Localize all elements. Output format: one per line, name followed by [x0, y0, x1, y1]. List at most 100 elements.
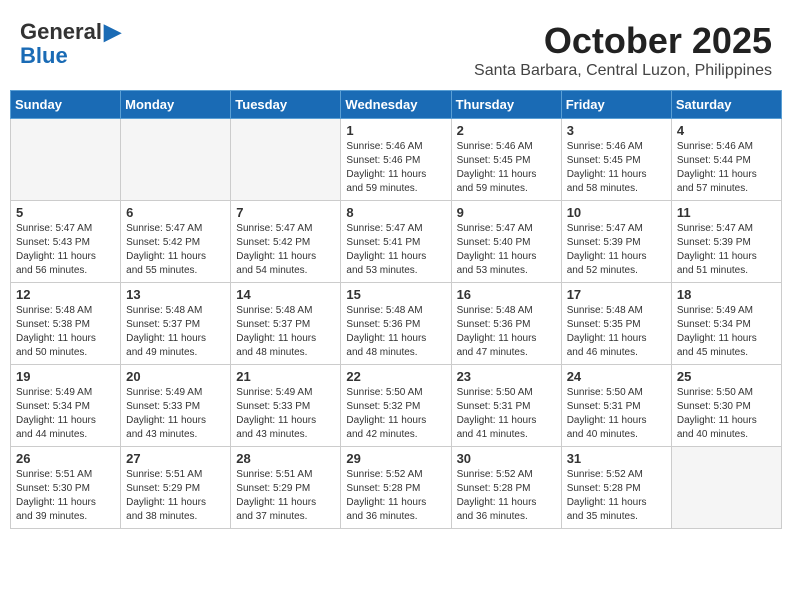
day-info: Sunrise: 5:52 AMSunset: 5:28 PMDaylight:… — [567, 468, 666, 524]
calendar-cell: 6Sunrise: 5:47 AMSunset: 5:42 PMDaylight… — [121, 201, 231, 283]
day-number: 31 — [567, 451, 666, 466]
calendar-cell: 31 Sunrise: 5:52 AMSunset: 5:28 PMDayligh… — [561, 447, 671, 529]
day-number: 18 — [677, 287, 776, 302]
day-info: Sunrise: 5:47 AMSunset: 5:42 PMDaylight:… — [126, 222, 225, 278]
title-section: October 2025 Santa Barbara, Central Luzo… — [474, 20, 772, 80]
calendar-cell: 4Sunrise: 5:46 AMSunset: 5:44 PMDaylight… — [671, 119, 781, 201]
day-info: Sunrise: 5:49 AMSunset: 5:34 PMDaylight:… — [677, 304, 776, 360]
page-header: General ▶ Blue October 2025 Santa Barbar… — [10, 10, 782, 85]
calendar-cell: 26 Sunrise: 5:51 AMSunset: 5:30 PMDayligh… — [11, 447, 121, 529]
day-info: Sunrise: 5:47 AMSunset: 5:41 PMDaylight:… — [346, 222, 445, 278]
day-info: Sunrise: 5:51 AMSunset: 5:30 PMDaylight:… — [16, 468, 115, 524]
day-info: Sunrise: 5:51 AMSunset: 5:29 PMDaylight:… — [126, 468, 225, 524]
location-title: Santa Barbara, Central Luzon, Philippine… — [474, 62, 772, 80]
day-info: Sunrise: 5:49 AMSunset: 5:33 PMDaylight:… — [236, 386, 335, 442]
calendar-cell: 18 Sunrise: 5:49 AMSunset: 5:34 PMDayligh… — [671, 283, 781, 365]
day-info: Sunrise: 5:50 AMSunset: 5:31 PMDaylight:… — [457, 386, 556, 442]
day-number: 24 — [567, 369, 666, 384]
day-info: Sunrise: 5:46 AMSunset: 5:46 PMDaylight:… — [346, 140, 445, 196]
calendar-cell — [11, 119, 121, 201]
day-info: Sunrise: 5:48 AMSunset: 5:38 PMDaylight:… — [16, 304, 115, 360]
day-info: Sunrise: 5:50 AMSunset: 5:32 PMDaylight:… — [346, 386, 445, 442]
weekday-header-friday: Friday — [561, 91, 671, 119]
day-info: Sunrise: 5:47 AMSunset: 5:40 PMDaylight:… — [457, 222, 556, 278]
calendar-cell: 29Sunrise: 5:52 AMSunset: 5:28 PMDayligh… — [341, 447, 451, 529]
calendar-cell: 16 Sunrise: 5:48 AMSunset: 5:36 PMDayligh… — [451, 283, 561, 365]
weekday-header-thursday: Thursday — [451, 91, 561, 119]
calendar-cell: 19 Sunrise: 5:49 AMSunset: 5:34 PMDayligh… — [11, 365, 121, 447]
day-number: 21 — [236, 369, 335, 384]
day-info: Sunrise: 5:48 AMSunset: 5:35 PMDaylight:… — [567, 304, 666, 360]
calendar-cell: 11Sunrise: 5:47 AMSunset: 5:39 PMDayligh… — [671, 201, 781, 283]
day-info: Sunrise: 5:48 AMSunset: 5:37 PMDaylight:… — [236, 304, 335, 360]
calendar-week-row: 26 Sunrise: 5:51 AMSunset: 5:30 PMDayligh… — [11, 447, 782, 529]
calendar-cell: 27 Sunrise: 5:51 AMSunset: 5:29 PMDayligh… — [121, 447, 231, 529]
calendar-cell: 10Sunrise: 5:47 AMSunset: 5:39 PMDayligh… — [561, 201, 671, 283]
calendar-cell: 21 Sunrise: 5:49 AMSunset: 5:33 PMDayligh… — [231, 365, 341, 447]
day-info: Sunrise: 5:48 AMSunset: 5:36 PMDaylight:… — [457, 304, 556, 360]
logo-text: General ▶ Blue — [20, 20, 121, 68]
calendar-cell — [671, 447, 781, 529]
calendar-cell — [121, 119, 231, 201]
weekday-header-tuesday: Tuesday — [231, 91, 341, 119]
day-info: Sunrise: 5:50 AMSunset: 5:31 PMDaylight:… — [567, 386, 666, 442]
calendar-cell: 2Sunrise: 5:46 AMSunset: 5:45 PMDaylight… — [451, 119, 561, 201]
calendar-cell: 13 Sunrise: 5:48 AMSunset: 5:37 PMDayligh… — [121, 283, 231, 365]
calendar-cell: 22 Sunrise: 5:50 AMSunset: 5:32 PMDayligh… — [341, 365, 451, 447]
day-info: Sunrise: 5:49 AMSunset: 5:34 PMDaylight:… — [16, 386, 115, 442]
day-number: 16 — [457, 287, 556, 302]
day-number: 27 — [126, 451, 225, 466]
day-number: 5 — [16, 205, 115, 220]
calendar-week-row: 12 Sunrise: 5:48 AMSunset: 5:38 PMDayligh… — [11, 283, 782, 365]
calendar-cell: 14 Sunrise: 5:48 AMSunset: 5:37 PMDayligh… — [231, 283, 341, 365]
day-info: Sunrise: 5:50 AMSunset: 5:30 PMDaylight:… — [677, 386, 776, 442]
calendar-cell: 17 Sunrise: 5:48 AMSunset: 5:35 PMDayligh… — [561, 283, 671, 365]
day-number: 26 — [16, 451, 115, 466]
day-number: 7 — [236, 205, 335, 220]
calendar-cell: 23 Sunrise: 5:50 AMSunset: 5:31 PMDayligh… — [451, 365, 561, 447]
day-number: 9 — [457, 205, 556, 220]
calendar-cell: 1 Sunrise: 5:46 AMSunset: 5:46 PMDaylight… — [341, 119, 451, 201]
day-number: 19 — [16, 369, 115, 384]
day-info: Sunrise: 5:46 AMSunset: 5:45 PMDaylight:… — [457, 140, 556, 196]
day-info: Sunrise: 5:51 AMSunset: 5:29 PMDaylight:… — [236, 468, 335, 524]
day-info: Sunrise: 5:46 AMSunset: 5:45 PMDaylight:… — [567, 140, 666, 196]
day-number: 12 — [16, 287, 115, 302]
weekday-header-monday: Monday — [121, 91, 231, 119]
day-info: Sunrise: 5:48 AMSunset: 5:36 PMDaylight:… — [346, 304, 445, 360]
calendar-cell: 12 Sunrise: 5:48 AMSunset: 5:38 PMDayligh… — [11, 283, 121, 365]
day-number: 4 — [677, 123, 776, 138]
month-title: October 2025 — [474, 20, 772, 62]
calendar-cell: 24 Sunrise: 5:50 AMSunset: 5:31 PMDayligh… — [561, 365, 671, 447]
calendar-cell: 20Sunrise: 5:49 AMSunset: 5:33 PMDayligh… — [121, 365, 231, 447]
day-number: 22 — [346, 369, 445, 384]
calendar-cell — [231, 119, 341, 201]
calendar-cell: 15 Sunrise: 5:48 AMSunset: 5:36 PMDayligh… — [341, 283, 451, 365]
calendar-cell: 28 Sunrise: 5:51 AMSunset: 5:29 PMDayligh… — [231, 447, 341, 529]
day-number: 25 — [677, 369, 776, 384]
calendar-cell: 30Sunrise: 5:52 AMSunset: 5:28 PMDayligh… — [451, 447, 561, 529]
day-number: 13 — [126, 287, 225, 302]
calendar-table: SundayMondayTuesdayWednesdayThursdayFrid… — [10, 90, 782, 529]
weekday-header-saturday: Saturday — [671, 91, 781, 119]
day-number: 3 — [567, 123, 666, 138]
calendar-cell: 5Sunrise: 5:47 AMSunset: 5:43 PMDaylight… — [11, 201, 121, 283]
calendar-cell: 7 Sunrise: 5:47 AMSunset: 5:42 PMDaylight… — [231, 201, 341, 283]
day-info: Sunrise: 5:47 AMSunset: 5:42 PMDaylight:… — [236, 222, 335, 278]
day-number: 15 — [346, 287, 445, 302]
logo: General ▶ Blue — [20, 20, 121, 68]
day-number: 23 — [457, 369, 556, 384]
day-info: Sunrise: 5:48 AMSunset: 5:37 PMDaylight:… — [126, 304, 225, 360]
weekday-header-row: SundayMondayTuesdayWednesdayThursdayFrid… — [11, 91, 782, 119]
calendar-week-row: 1 Sunrise: 5:46 AMSunset: 5:46 PMDaylight… — [11, 119, 782, 201]
day-number: 1 — [346, 123, 445, 138]
day-number: 17 — [567, 287, 666, 302]
calendar-cell: 3 Sunrise: 5:46 AMSunset: 5:45 PMDaylight… — [561, 119, 671, 201]
day-info: Sunrise: 5:49 AMSunset: 5:33 PMDaylight:… — [126, 386, 225, 442]
day-number: 29 — [346, 451, 445, 466]
day-info: Sunrise: 5:52 AMSunset: 5:28 PMDaylight:… — [457, 468, 556, 524]
day-number: 14 — [236, 287, 335, 302]
day-number: 28 — [236, 451, 335, 466]
calendar-week-row: 5Sunrise: 5:47 AMSunset: 5:43 PMDaylight… — [11, 201, 782, 283]
calendar-cell: 9 Sunrise: 5:47 AMSunset: 5:40 PMDaylight… — [451, 201, 561, 283]
